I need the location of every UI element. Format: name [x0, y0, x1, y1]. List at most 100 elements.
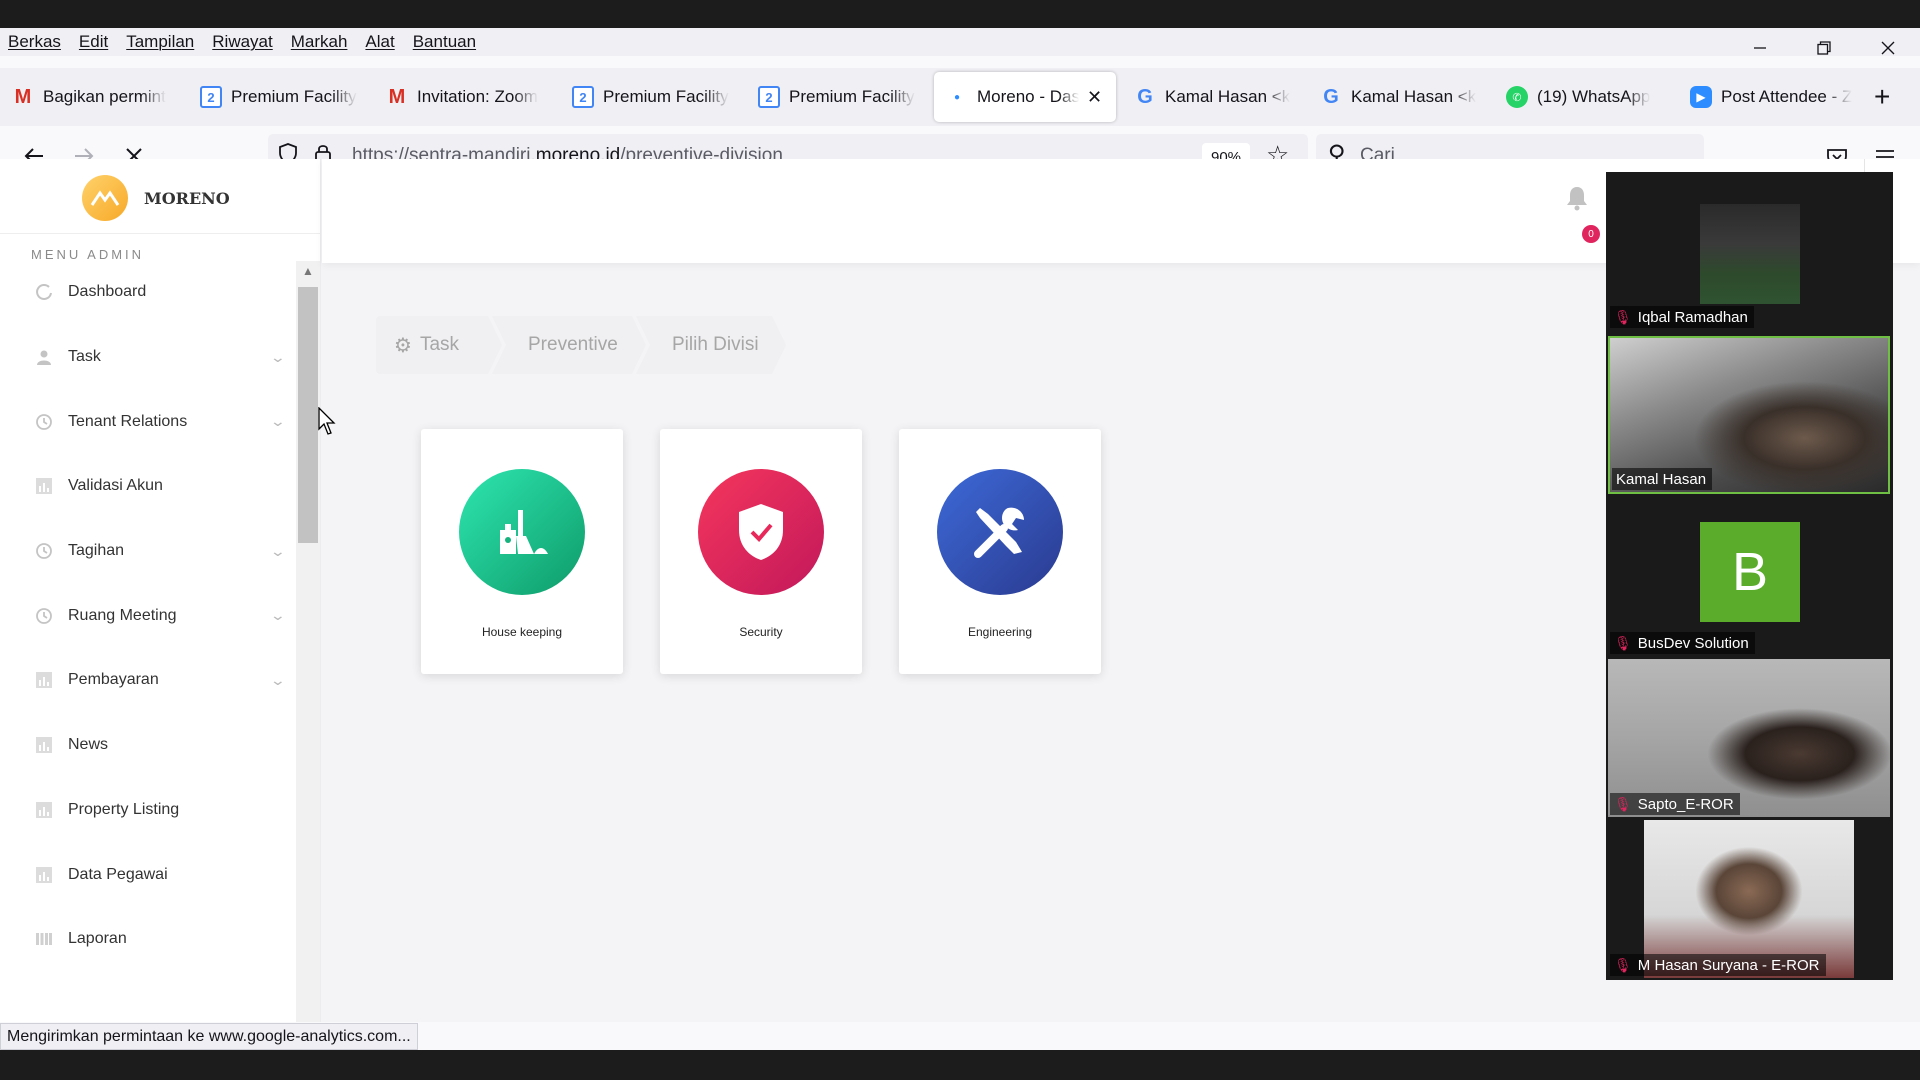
screen: Berkas Edit Tampilan Riwayat Markah Alat… — [0, 0, 1920, 1080]
menu-bantuan[interactable]: Bantuan — [404, 32, 485, 52]
menu-alat[interactable]: Alat — [356, 32, 403, 52]
tab-label: Kamal Hasan <k — [1351, 87, 1477, 106]
participant-video — [1700, 204, 1800, 304]
restore-button[interactable] — [1792, 28, 1856, 68]
sidebar-item-property-listing[interactable]: Property Listing — [0, 778, 296, 843]
clock-icon — [34, 412, 54, 432]
sidebar-item-laporan[interactable]: Laporan — [0, 907, 296, 972]
clock-icon — [34, 541, 54, 561]
clock-icon — [34, 606, 54, 626]
whatsapp-icon: ✆ — [1506, 86, 1528, 108]
sidebar-item-label: Validasi Akun — [68, 477, 163, 495]
sidebar-scrollbar[interactable]: ▲ — [296, 261, 320, 1022]
menu-markah[interactable]: Markah — [282, 32, 357, 52]
participant-tile[interactable]: 🎙︎ Sapto_E-ROR — [1608, 659, 1890, 817]
sidebar-item-label: Property Listing — [68, 800, 180, 818]
sidebar-item-dashboard[interactable]: Dashboard — [0, 260, 296, 325]
bottom-black-bar — [0, 1050, 1920, 1080]
menu-riwayat[interactable]: Riwayat — [203, 32, 281, 52]
tab-post-attendee[interactable]: ▶ Post Attendee - Z — [1690, 72, 1858, 122]
restore-icon — [1817, 41, 1831, 55]
chart-icon — [34, 865, 54, 885]
sidebar-item-data-pegawai[interactable]: Data Pegawai — [0, 842, 296, 907]
shield-icon — [739, 504, 783, 560]
mouse-cursor-icon — [318, 407, 336, 435]
tab-gmail-invitation[interactable]: M Invitation: Zoom — [386, 72, 544, 122]
menu-tampilan[interactable]: Tampilan — [117, 32, 203, 52]
menu-edit[interactable]: Edit — [70, 32, 117, 52]
zoom-participants-panel: 🎙︎ Iqbal Ramadhan Kamal Hasan B 🎙︎ BusDe… — [1606, 172, 1893, 980]
google-icon: G — [1323, 85, 1339, 108]
breadcrumb: ⚙ Task Preventive Pilih Divisi — [376, 316, 786, 374]
sidebar-item-pembayaran[interactable]: Pembayaran ⌄ — [0, 648, 296, 713]
chevron-down-icon: ⌄ — [269, 607, 287, 624]
tab-label: Kamal Hasan <k — [1165, 87, 1291, 106]
brand-name: MORENO — [144, 189, 230, 208]
sidebar-item-tagihan[interactable]: Tagihan ⌄ — [0, 519, 296, 584]
notification-bell-icon[interactable] — [1566, 185, 1588, 218]
division-card-engineering[interactable]: Engineering — [899, 429, 1101, 674]
calendar-icon: 2 — [572, 86, 594, 108]
participant-tile-active-speaker[interactable]: Kamal Hasan — [1608, 336, 1890, 494]
browser-status-bar: Mengirimkan permintaan ke www.google-ana… — [0, 1023, 418, 1050]
division-card-security[interactable]: Security — [660, 429, 862, 674]
sidebar-item-task[interactable]: Task ⌄ — [0, 325, 296, 390]
sidebar-item-label: Dashboard — [68, 283, 147, 301]
gmail-icon: M — [388, 85, 406, 108]
sidebar-item-label: Laporan — [68, 930, 127, 948]
scrollbar-thumb[interactable] — [298, 287, 318, 543]
new-tab-button[interactable]: + — [1874, 80, 1890, 114]
sidebar-item-tenant-relations[interactable]: Tenant Relations ⌄ — [0, 389, 296, 454]
muted-mic-icon: 🎙︎ — [1614, 795, 1632, 812]
sidebar-item-label: Tenant Relations — [68, 412, 188, 430]
google-icon: G — [1137, 85, 1153, 108]
security-icon-circle — [698, 469, 824, 595]
participant-tile[interactable]: 🎙︎ Iqbal Ramadhan — [1608, 172, 1890, 330]
tab-label: Premium Facility — [789, 87, 915, 106]
sidebar-item-news[interactable]: News — [0, 713, 296, 778]
sidebar-item-ruang-meeting[interactable]: Ruang Meeting ⌄ — [0, 583, 296, 648]
participant-tile[interactable]: 🎙︎ M Hasan Suryana - E-ROR — [1608, 820, 1890, 978]
division-card-housekeeping[interactable]: House keeping — [421, 429, 623, 674]
sidebar-item-validasi-akun[interactable]: Validasi Akun — [0, 454, 296, 519]
scroll-up-arrow-icon[interactable]: ▲ — [296, 261, 320, 281]
tab-premium-facility-1[interactable]: 2 Premium Facility — [200, 72, 360, 122]
calendar-icon: 2 — [200, 86, 222, 108]
close-tab-icon[interactable]: ✕ — [1087, 87, 1102, 108]
window-controls — [1728, 28, 1920, 68]
breadcrumb-label: Task — [419, 334, 460, 355]
breadcrumb-preventive[interactable]: Preventive — [492, 316, 646, 374]
minimize-icon — [1754, 47, 1766, 49]
participant-name-tag: 🎙︎ Iqbal Ramadhan — [1610, 306, 1754, 328]
tab-whatsapp[interactable]: ✆ (19) WhatsApp — [1506, 72, 1674, 122]
tab-label: Premium Facility — [603, 87, 729, 106]
brand-header: MORENO — [0, 159, 321, 234]
calendar-icon: 2 — [758, 86, 780, 108]
tab-kamal-hasan-2[interactable]: G Kamal Hasan <k — [1320, 72, 1478, 122]
participant-tile[interactable]: B 🎙︎ BusDev Solution — [1608, 498, 1890, 656]
menu-berkas[interactable]: Berkas — [0, 32, 70, 52]
sidebar-menu: Dashboard Task ⌄ Tenant Relations ⌄ Vali… — [0, 260, 296, 972]
moreno-logo[interactable] — [82, 175, 128, 221]
tab-gmail-bagikan[interactable]: M Bagikan permint — [12, 72, 178, 122]
tab-moreno-dashboard[interactable]: ● Moreno - Dasl ✕ — [934, 72, 1116, 122]
tab-label: Bagikan permint — [43, 87, 166, 106]
user-icon — [34, 347, 54, 367]
breadcrumb-task[interactable]: ⚙ Task — [376, 316, 502, 374]
tab-kamal-hasan-1[interactable]: G Kamal Hasan <k — [1134, 72, 1292, 122]
chart-icon — [34, 670, 54, 690]
close-window-button[interactable] — [1856, 28, 1920, 68]
minimize-button[interactable] — [1728, 28, 1792, 68]
chart-icon — [34, 735, 54, 755]
participant-name: Iqbal Ramadhan — [1637, 308, 1748, 326]
tab-premium-facility-3[interactable]: 2 Premium Facility — [758, 72, 916, 122]
tab-premium-facility-2[interactable]: 2 Premium Facility — [572, 72, 730, 122]
gmail-icon: M — [14, 85, 32, 108]
chevron-down-icon: ⌄ — [269, 348, 287, 365]
tab-label: Invitation: Zoom — [417, 87, 538, 106]
participant-name-tag: 🎙︎ BusDev Solution — [1610, 632, 1755, 654]
chevron-down-icon: ⌄ — [269, 671, 287, 688]
chart-icon — [34, 800, 54, 820]
top-black-bar — [0, 0, 1920, 28]
bars-icon — [34, 929, 54, 949]
